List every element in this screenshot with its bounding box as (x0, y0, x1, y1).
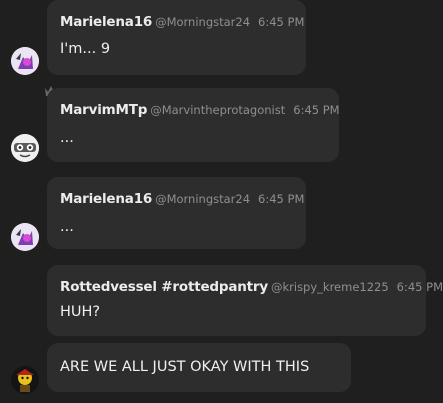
username[interactable]: MarvimMTp (60, 102, 147, 118)
message-text: HUH? (60, 304, 101, 320)
message-text: ... (60, 130, 74, 146)
avatar[interactable] (11, 134, 39, 162)
message-text: I'm... 9 (60, 41, 111, 57)
avatar[interactable] (11, 223, 39, 251)
avatar[interactable] (11, 366, 39, 394)
yellow-character-avatar-icon (11, 366, 39, 394)
username[interactable]: Marielena16 (60, 14, 152, 30)
user-handle[interactable]: @Morningstar24 (155, 192, 250, 206)
message-header: Marielena16 @Morningstar24 6:45 PM (60, 12, 304, 31)
username[interactable]: Rottedvessel #rottedpantry (60, 279, 268, 295)
message-text: ARE WE ALL JUST OKAY WITH THIS (60, 359, 310, 375)
timestamp: 6:45 PM (293, 103, 340, 117)
message-bubble[interactable]: ARE WE ALL JUST OKAY WITH THIS (47, 343, 351, 392)
message-bubble[interactable]: MarvimMTp @Marvintheprotagonist 6:45 PM ..… (47, 88, 340, 162)
user-handle[interactable]: @Morningstar24 (155, 15, 250, 29)
message-bubble[interactable]: Marielena16 @Morningstar24 6:45 PM ... (47, 177, 306, 249)
timestamp: 6:45 PM (396, 280, 443, 294)
message-header: MarvimMTp @Marvintheprotagonist 6:45 PM (60, 100, 340, 119)
user-handle[interactable]: @Marvintheprotagonist (150, 103, 285, 117)
avatar[interactable] (11, 47, 39, 75)
user-handle[interactable]: @krispy_kreme1225 (271, 280, 389, 294)
goggles-character-avatar-icon (11, 134, 39, 162)
timestamp: 6:45 PM (258, 15, 305, 29)
sparkle-character-avatar-icon (11, 223, 39, 251)
sparkle-character-avatar-icon (11, 47, 39, 75)
message-text: ... (60, 219, 74, 235)
username[interactable]: Marielena16 (60, 191, 152, 207)
message-header: Rottedvessel #rottedpantry @krispy_kreme1… (60, 277, 443, 296)
message-bubble[interactable]: Rottedvessel #rottedpantry @krispy_kreme1… (47, 265, 443, 336)
message-bubble[interactable]: Marielena16 @Morningstar24 6:45 PM I'm... … (47, 0, 306, 75)
timestamp: 6:45 PM (258, 192, 305, 206)
message-header: Marielena16 @Morningstar24 6:45 PM (60, 189, 304, 208)
